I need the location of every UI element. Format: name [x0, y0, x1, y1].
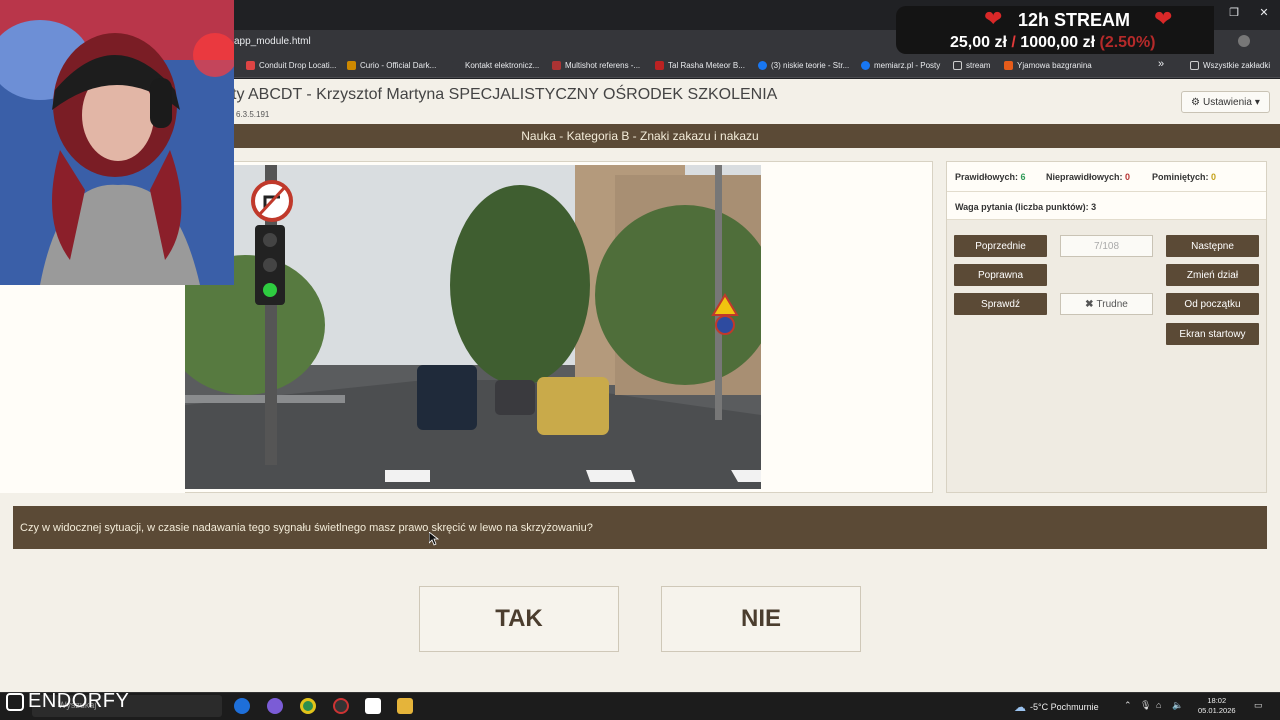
donation-current: 25,00 zł [950, 34, 1007, 51]
profile-icon[interactable] [1238, 35, 1250, 47]
donation-progress: 25,00 zł / 1000,00 zł (2.50%) [950, 34, 1156, 52]
bookmark-label: (3) niskie teorie - Str... [771, 61, 850, 70]
bookmark-label: stream [966, 61, 991, 70]
settings-button[interactable]: ⚙ Ustawienia ▾ [1181, 91, 1270, 113]
difficult-label: Trudne [1096, 298, 1128, 310]
mark-difficult-button[interactable]: ✖ Trudne [1060, 293, 1153, 315]
incorrect-count: Nieprawidłowych: 0 [1046, 172, 1130, 182]
notification-icon[interactable]: ▭ [1254, 700, 1263, 711]
app-title: ty ABCDT - Krzysztof Martyna SPECJALISTY… [232, 86, 778, 103]
cloud-icon: ☁ [1014, 700, 1026, 714]
question-weight-row: Waga pytania (liczba punktów): 3 [947, 192, 1266, 220]
gear-icon: ⚙ [1191, 96, 1200, 108]
webcam-overlay [0, 0, 234, 285]
volume-icon[interactable]: 🔈 [1172, 700, 1183, 711]
bookmark-favicon-icon [452, 61, 461, 70]
caret-down-icon: ▾ [1254, 96, 1260, 108]
incorrect-value: 0 [1125, 172, 1131, 182]
bookmark-favicon-icon [552, 61, 561, 70]
bookmark-item[interactable]: stream [953, 61, 990, 70]
mouse-cursor-icon [429, 532, 439, 546]
endorfy-logo-icon [6, 692, 24, 711]
bookmark-favicon-icon [246, 61, 255, 70]
donation-goal: 1000,00 zł [1020, 34, 1096, 51]
file-explorer-icon[interactable] [397, 698, 413, 714]
bookmark-item[interactable]: Wszystkie zakładki [1190, 61, 1270, 70]
previous-button[interactable]: Poprzednie [954, 235, 1047, 257]
skipped-value: 0 [1211, 172, 1217, 182]
network-icon[interactable]: ⌂ [1156, 700, 1161, 710]
heart-icon: ❤ [984, 6, 1003, 31]
donation-separator: / [1011, 34, 1016, 51]
app-version: 6.3.5.191 [236, 110, 270, 119]
correct-value: 6 [1020, 172, 1026, 182]
heart-icon: ❤ [1154, 6, 1173, 31]
donation-percent: (2.50%) [1099, 34, 1156, 51]
folder-icon [1190, 61, 1199, 70]
bookmark-favicon-icon [347, 61, 356, 70]
question-weight: Waga pytania (liczba punktów): 3 [955, 202, 1097, 212]
bookmark-item[interactable]: Kontakt elektronicz... [452, 61, 539, 70]
restore-icon[interactable]: ❐ [1224, 6, 1244, 19]
check-button[interactable]: Sprawdź [954, 293, 1047, 315]
app-icon[interactable] [267, 698, 283, 714]
bookmark-label: Multishot referens -... [565, 61, 641, 70]
stats-row: Prawidłowych: 6 Nieprawidłowych: 0 Pomin… [947, 162, 1266, 192]
change-section-button[interactable]: Zmień dział [1166, 264, 1259, 286]
correct-count: Prawidłowych: 6 [955, 172, 1026, 182]
store-icon[interactable] [234, 698, 250, 714]
start-screen-button[interactable]: Ekran startowy [1166, 323, 1259, 345]
question-text: Czy w widocznej sytuacji, w czasie nadaw… [13, 506, 1267, 549]
notes-app-icon[interactable] [365, 698, 381, 714]
answer-yes-button[interactable]: TAK [419, 586, 619, 652]
bookmark-favicon-icon [655, 61, 664, 70]
more-bookmarks-icon[interactable]: » [1158, 58, 1164, 70]
answer-no-button[interactable]: NIE [661, 586, 861, 652]
bookmark-item[interactable]: Yjamowa bazgranina [1004, 61, 1092, 70]
correct-label: Prawidłowych: [955, 172, 1019, 182]
close-icon: ✖ [1085, 298, 1094, 310]
chevron-up-icon[interactable]: ⌃ [1124, 700, 1132, 711]
bookmark-item[interactable]: Curio - Official Dark... [347, 61, 436, 70]
clock-date: 05.01.2026 [1198, 706, 1236, 715]
blogger-icon [1004, 61, 1013, 70]
next-button[interactable]: Następne [1166, 235, 1259, 257]
skipped-count: Pominiętych: 0 [1152, 172, 1216, 182]
bookmark-label: Tal Rasha Meteor B... [668, 61, 745, 70]
facebook-icon [758, 61, 767, 70]
weather-text: -5°C Pochmurnie [1030, 702, 1099, 712]
facebook-icon [861, 61, 870, 70]
bookmark-label: Curio - Official Dark... [360, 61, 437, 70]
bookmark-item[interactable]: Conduit Drop Locati... [246, 61, 336, 70]
bookmark-label: Kontakt elektronicz... [465, 61, 540, 70]
bookmark-label: Yjamowa bazgranina [1017, 61, 1092, 70]
obs-icon[interactable] [333, 698, 349, 714]
show-correct-button[interactable]: Poprawna [954, 264, 1047, 286]
bookmark-item[interactable]: memiarz.pl - Posty [861, 61, 940, 70]
folder-icon [953, 61, 962, 70]
brand-overlay: ENDORFY [6, 690, 129, 713]
webcam-background-gap [0, 285, 185, 493]
settings-label: Ustawienia [1203, 96, 1252, 108]
clock-time: 18:02 [1207, 696, 1227, 705]
bookmark-item[interactable]: Tal Rasha Meteor B... [655, 61, 745, 70]
chrome-icon[interactable] [300, 698, 316, 714]
restart-button[interactable]: Od początku [1166, 293, 1259, 315]
bookmark-label: memiarz.pl - Posty [874, 61, 941, 70]
question-counter: 7/108 [1060, 235, 1153, 257]
bookmark-item[interactable]: Multishot referens -... [552, 61, 640, 70]
url-text[interactable]: app_module.html [234, 36, 311, 47]
question-image [185, 165, 761, 489]
close-icon[interactable]: ✕ [1254, 6, 1274, 19]
weather-widget[interactable]: ☁ -5°C Pochmurnie [1014, 700, 1099, 714]
bookmark-label: Conduit Drop Locati... [259, 61, 337, 70]
skipped-label: Pominiętych: [1152, 172, 1209, 182]
bookmark-item[interactable]: (3) niskie teorie - Str... [758, 61, 849, 70]
brand-name: ENDORFY [28, 690, 130, 712]
microphone-icon[interactable]: 🎙 [1140, 700, 1151, 711]
bookmark-label: Wszystkie zakładki [1203, 61, 1271, 70]
incorrect-label: Nieprawidłowych: [1046, 172, 1123, 182]
taskbar-clock[interactable]: 18:02 05.01.2026 [1198, 696, 1236, 716]
stream-title: 12h STREAM [1018, 10, 1131, 30]
